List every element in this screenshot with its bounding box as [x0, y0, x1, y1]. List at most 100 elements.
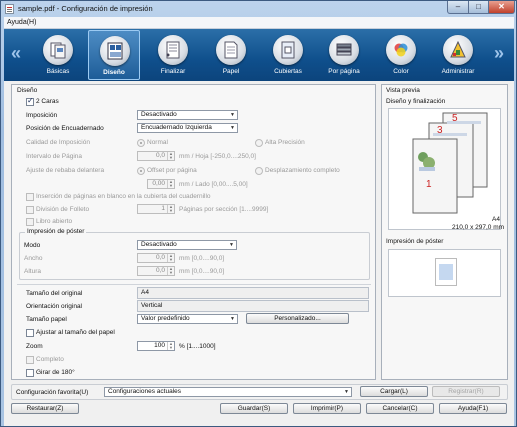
quality-normal-label: Normal — [147, 139, 168, 146]
tab-color[interactable]: Color — [375, 30, 427, 80]
tab-basic[interactable]: Básicas — [32, 30, 84, 80]
poster-height-value: 0,0 — [155, 267, 165, 274]
insert-blank-checkbox[interactable] — [26, 193, 34, 201]
original-size-field: A4 — [137, 287, 369, 299]
orientation-value: Vertical — [141, 302, 163, 309]
imposition-select[interactable]: Desactivado ▼ — [137, 110, 238, 120]
front-adjust-label: Ajuste de rebaba delantera — [26, 167, 105, 174]
scroll-left-icon[interactable]: « — [11, 43, 21, 64]
duplex-label: 2 Caras — [36, 98, 59, 105]
page-interval-value: 0,0 — [155, 152, 165, 159]
open-book-label: Libro abierto — [36, 218, 73, 225]
chevron-down-icon: ▼ — [230, 112, 235, 118]
paper-size-label: Tamaño papel — [26, 316, 67, 323]
zoom-spinner[interactable]: 100 ▲ ▼ — [137, 341, 175, 351]
restore-button[interactable]: Restaurar(Z) — [11, 403, 79, 414]
favorites-value: Configuraciones actuales — [108, 388, 181, 395]
zoom-value: 100 — [154, 342, 165, 349]
load-button[interactable]: Cargar(L) — [360, 386, 428, 397]
menu-help[interactable]: Ayuda(H) — [7, 19, 36, 26]
spin-arrows-icon: ▲ ▼ — [167, 180, 174, 188]
full-shift-radio[interactable] — [255, 167, 263, 175]
layout-icon — [100, 36, 130, 66]
poster-height-unit: mm [0,0....90,0] — [179, 268, 225, 275]
favorites-select[interactable]: Configuraciones actuales ▼ — [104, 387, 352, 397]
window-title: sample.pdf - Configuración de impresión — [18, 4, 153, 13]
save-button[interactable]: Guardar(S) — [220, 403, 288, 414]
tab-covers[interactable]: Cubiertas — [262, 30, 314, 80]
fit-paper-checkbox[interactable] — [26, 329, 34, 337]
preview-title: Vista previa — [386, 87, 420, 94]
tab-finishing[interactable]: Finalizar — [147, 30, 199, 80]
spin-arrows-icon: ▲ ▼ — [167, 267, 174, 275]
maximize-button[interactable]: □ — [468, 1, 489, 14]
poster-preview-title: Impresión de póster — [386, 238, 444, 245]
poster-mode-select[interactable]: Desactivado ▼ — [137, 240, 237, 250]
duplex-checkbox[interactable] — [26, 96, 34, 106]
booklet-split-unit: Páginas por sección [1....9999] — [179, 206, 269, 213]
full-label: Completo — [36, 356, 64, 363]
tab-paper[interactable]: Papel — [205, 30, 257, 80]
pdf-app-icon — [5, 4, 14, 14]
tab-paper-label: Papel — [222, 68, 240, 75]
zoom-label: Zoom — [26, 343, 43, 350]
tab-layout[interactable]: Diseño — [88, 30, 140, 80]
booklet-split-label: División de Folleto — [36, 206, 90, 213]
close-button[interactable]: ✕ — [488, 1, 515, 14]
chevron-down-icon: ▼ — [230, 316, 235, 322]
booklet-split-spinner[interactable]: 1 ▲ ▼ — [137, 204, 175, 214]
page-interval-unit: mm / Hoja [-250,0....250,0] — [179, 153, 256, 160]
menu-bar: Ayuda(H) — [4, 17, 514, 29]
zoom-unit: % [1....1000] — [179, 343, 216, 350]
booklet-split-checkbox[interactable] — [26, 206, 34, 214]
tab-per-page-label: Por página — [328, 68, 360, 75]
scroll-right-icon[interactable]: » — [494, 43, 504, 64]
quality-high-label: Alta Precisión — [265, 139, 305, 146]
tab-manage[interactable]: Administrar — [432, 30, 484, 80]
poster-preview-box — [388, 249, 501, 297]
preview-subtitle: Diseño y finalización — [386, 98, 446, 105]
full-shift-label: Desplazamiento completo — [265, 167, 340, 174]
paper-size-select[interactable]: Valor predefinido ▼ — [137, 314, 238, 324]
binding-select[interactable]: Encuadernado Izquierda ▼ — [137, 123, 238, 133]
front-adjust-value: 0,00 — [152, 180, 165, 187]
tab-per-page[interactable]: Por página — [318, 30, 370, 80]
favorites-bar: Configuración favorita(U) Configuracione… — [11, 384, 508, 400]
cover-icon — [273, 35, 303, 65]
tab-finishing-label: Finalizar — [160, 68, 186, 75]
insert-blank-label: Inserción de páginas en blanco en la cub… — [36, 193, 211, 200]
page-interval-label: Intervalo de Página — [26, 153, 83, 160]
rotate-checkbox[interactable] — [26, 369, 34, 377]
offset-per-page-label: Offset por página — [147, 167, 197, 174]
layout-settings-panel: Diseño 2 Caras Imposición Desactivado ▼ P… — [11, 84, 376, 380]
finishing-icon — [158, 35, 188, 65]
tab-manage-label: Administrar — [441, 68, 475, 75]
cancel-button[interactable]: Cancelar(C) — [366, 403, 434, 414]
print-button[interactable]: Imprimir(P) — [293, 403, 361, 414]
poster-height-spinner[interactable]: 0,0 ▲ ▼ — [137, 266, 175, 276]
open-book-checkbox[interactable] — [26, 218, 34, 226]
poster-mode-value: Desactivado — [141, 241, 177, 248]
custom-size-button[interactable]: Personalizado... — [246, 313, 349, 324]
page-number-5: 5 — [452, 113, 458, 124]
register-button[interactable]: Registrar(R) — [432, 386, 500, 397]
front-adjust-spinner[interactable]: 0,00 ▲ ▼ — [147, 179, 175, 189]
quality-high-radio[interactable] — [255, 139, 263, 147]
help-button[interactable]: Ayuda(F1) — [439, 403, 507, 414]
binding-label: Posición de Encuadernado — [26, 125, 104, 132]
page-interval-spinner[interactable]: 0,0 ▲ ▼ — [137, 151, 175, 161]
poster-width-spinner[interactable]: 0,0 ▲ ▼ — [137, 253, 175, 263]
minimize-button[interactable]: – — [447, 1, 469, 14]
original-size-label: Tamaño del original — [26, 290, 83, 297]
spin-arrows-icon: ▲ ▼ — [167, 152, 174, 160]
quality-normal-radio[interactable] — [137, 139, 145, 147]
imposition-value: Desactivado — [141, 111, 177, 118]
full-checkbox[interactable] — [26, 356, 34, 364]
title-bar: sample.pdf - Configuración de impresión … — [1, 1, 517, 17]
spin-arrows-icon: ▲ ▼ — [167, 254, 174, 262]
preview-panel: Vista previa Diseño y finalización 5 3 1… — [381, 84, 508, 380]
fit-paper-label: Ajustar al tamaño del papel — [36, 329, 115, 336]
preview-paper-dims: 210,0 x 297,0 mm — [452, 224, 505, 231]
orientation-label: Orientación original — [26, 303, 83, 310]
offset-per-page-radio[interactable] — [137, 167, 145, 175]
